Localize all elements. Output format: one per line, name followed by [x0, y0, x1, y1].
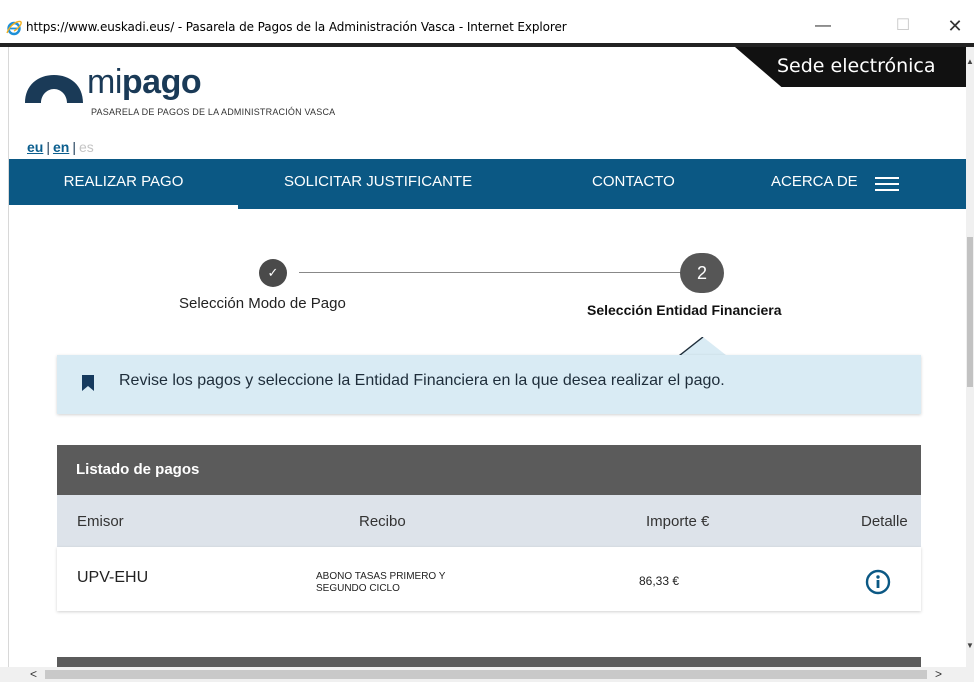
payments-table-header: Listado de pagos	[57, 445, 921, 495]
window-title: https://www.euskadi.eus/ - Pasarela de P…	[26, 20, 567, 34]
step-2-indicator: 2	[680, 253, 724, 293]
payments-table-title: Listado de pagos	[76, 461, 200, 478]
scroll-right-icon[interactable]: >	[935, 667, 942, 681]
main-nav: REALIZAR PAGO SOLICITAR JUSTIFICANTE CON…	[9, 159, 966, 209]
row-recibo: ABONO TASAS PRIMERO Y SEGUNDO CICLO	[316, 571, 446, 594]
horizontal-scrollbar[interactable]: < >	[0, 667, 974, 682]
row-emisor: UPV-EHU	[77, 569, 149, 586]
logo-text-bold: pago	[121, 63, 202, 101]
column-detalle: Detalle	[861, 513, 908, 530]
scroll-up-icon[interactable]: ▲	[966, 57, 974, 66]
scroll-left-icon[interactable]: <	[30, 667, 37, 681]
info-notice: Revise los pagos y seleccione la Entidad…	[57, 355, 921, 414]
vertical-scroll-thumb[interactable]	[967, 237, 973, 387]
scroll-down-icon[interactable]: ▼	[966, 641, 974, 650]
column-emisor: Emisor	[77, 513, 124, 530]
horizontal-scroll-thumb[interactable]	[45, 670, 927, 679]
minimize-button[interactable]: —	[808, 14, 838, 38]
payments-table-columns: Emisor Recibo Importe € Detalle	[57, 495, 921, 547]
close-button[interactable]: ✕	[940, 14, 970, 38]
window-titlebar: https://www.euskadi.eus/ - Pasarela de P…	[0, 0, 974, 44]
notice-text: Revise los pagos y seleccione la Entidad…	[119, 372, 725, 389]
nav-acerca-de[interactable]: ACERCA DE	[771, 159, 858, 209]
bookmark-icon	[82, 375, 94, 391]
nav-realizar-pago[interactable]: REALIZAR PAGO	[9, 159, 238, 209]
next-section-header	[57, 657, 921, 667]
menu-icon[interactable]	[875, 177, 899, 191]
logo-subtitle: PASARELA DE PAGOS DE LA ADMINISTRACIÓN V…	[91, 107, 336, 117]
mipago-logo-icon[interactable]	[23, 71, 85, 103]
step-2-label: Selección Entidad Financiera	[587, 302, 782, 318]
column-importe: Importe €	[646, 513, 710, 530]
mipago-logo-text[interactable]: mipago	[87, 63, 202, 102]
language-separator: |	[72, 139, 76, 155]
internet-explorer-icon	[6, 20, 22, 36]
step-1-check-icon: ✓	[259, 259, 287, 287]
row-importe: 86,33 €	[639, 574, 680, 588]
language-en-link[interactable]: en	[53, 139, 69, 155]
language-selector: eu | en | es	[27, 139, 94, 155]
vertical-scrollbar[interactable]: ▲ ▼	[966, 47, 974, 667]
info-icon[interactable]	[865, 569, 891, 595]
stepper-connector	[299, 272, 691, 273]
table-row: UPV-EHU ABONO TASAS PRIMERO Y SEGUNDO CI…	[57, 547, 921, 611]
sede-electronica-link[interactable]: Sede electrónica	[735, 47, 966, 87]
column-recibo: Recibo	[359, 513, 406, 530]
nav-solicitar-justificante[interactable]: SOLICITAR JUSTIFICANTE	[284, 159, 472, 209]
language-separator: |	[46, 139, 50, 155]
language-eu-link[interactable]: eu	[27, 139, 43, 155]
logo-text-thin: mi	[87, 63, 122, 101]
maximize-button[interactable]: ☐	[888, 14, 918, 38]
nav-contacto[interactable]: CONTACTO	[592, 159, 675, 209]
step-1-label: Selección Modo de Pago	[179, 295, 346, 312]
page-viewport: mipago PASARELA DE PAGOS DE LA ADMINISTR…	[8, 47, 966, 667]
language-es-current: es	[78, 139, 94, 155]
